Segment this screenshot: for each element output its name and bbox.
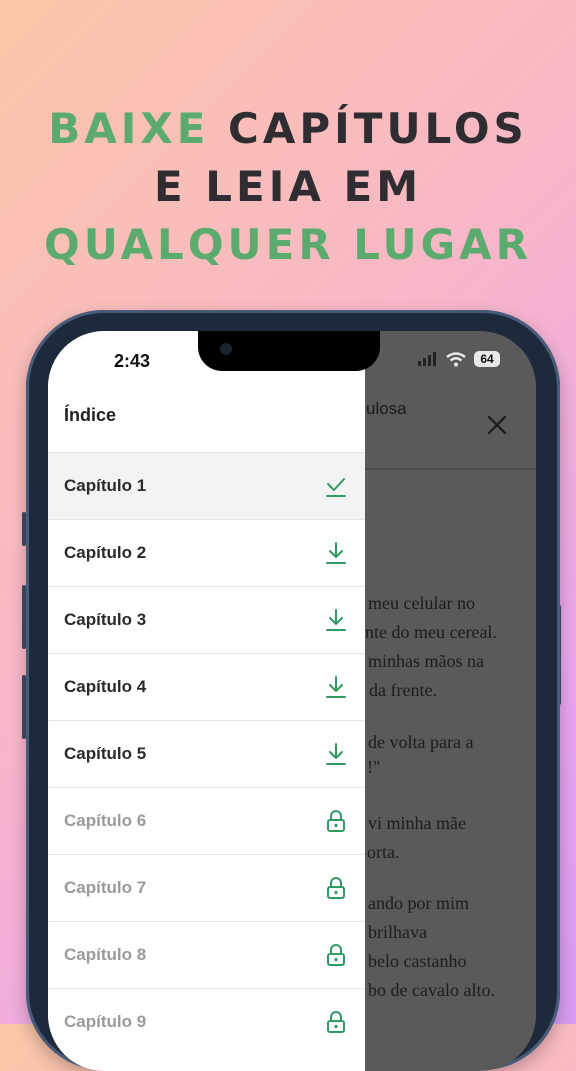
chapter-label: Capítulo 9 bbox=[64, 1012, 147, 1031]
download-icon[interactable] bbox=[325, 675, 347, 699]
chapter-label: Capítulo 8 bbox=[64, 945, 147, 964]
reader-line: !" bbox=[367, 757, 381, 777]
close-icon[interactable] bbox=[486, 414, 508, 436]
download-icon[interactable] bbox=[325, 541, 347, 565]
chapter-item-1[interactable]: Capítulo 1 bbox=[48, 452, 365, 519]
drawer-title: Índice bbox=[64, 405, 117, 425]
chapter-label: Capítulo 1 bbox=[64, 476, 147, 495]
headline-accent-baixe: BAIXE bbox=[48, 104, 210, 153]
wifi-icon bbox=[446, 351, 466, 366]
reader-line: belo castanho bbox=[368, 951, 467, 971]
promo-headline: BAIXE CAPÍTULOS E LEIA EM QUALQUER LUGAR bbox=[0, 100, 576, 274]
signal-icon bbox=[418, 352, 436, 366]
chapter-label: Capítulo 5 bbox=[64, 744, 147, 763]
reader-line: orta. bbox=[367, 842, 400, 862]
chapter-item-3[interactable]: Capítulo 3 bbox=[48, 586, 365, 653]
chapter-label: Capítulo 6 bbox=[64, 811, 147, 830]
reader-line: minhas mãos na bbox=[368, 651, 484, 671]
headline-accent-qualquer-lugar: QUALQUER LUGAR bbox=[44, 220, 532, 269]
front-camera bbox=[220, 343, 232, 355]
chapter-item-9[interactable]: Capítulo 9 bbox=[48, 988, 365, 1055]
lock-icon bbox=[327, 1011, 345, 1033]
status-bar-icons: 64 bbox=[418, 351, 500, 367]
chapter-item-8[interactable]: Capítulo 8 bbox=[48, 921, 365, 988]
status-time: 2:43 bbox=[114, 351, 151, 371]
chapter-item-6[interactable]: Capítulo 6 bbox=[48, 787, 365, 854]
reader-line: de volta para a bbox=[368, 732, 474, 752]
reader-line: ando por mim bbox=[368, 893, 469, 913]
chapter-label: Capítulo 3 bbox=[64, 610, 147, 629]
reader-book-title: ulosa bbox=[366, 399, 407, 418]
chapter-label: Capítulo 2 bbox=[64, 543, 147, 562]
chapter-list: Capítulo 1 Capítulo 2 Capítulo 3 Capítul… bbox=[48, 452, 365, 1055]
chapter-label: Capítulo 4 bbox=[64, 677, 147, 696]
download-icon[interactable] bbox=[325, 742, 347, 766]
reader-line: da frente. bbox=[369, 680, 437, 700]
check-icon bbox=[326, 478, 346, 497]
chapter-item-2[interactable]: Capítulo 2 bbox=[48, 519, 365, 586]
chapter-label: Capítulo 7 bbox=[64, 878, 147, 897]
phone-screen: 64 ulosa meu celular no nte do meu cerea… bbox=[48, 331, 536, 1071]
reader-line: nte do meu cereal. bbox=[365, 622, 497, 642]
download-icon[interactable] bbox=[325, 608, 347, 632]
chapter-index-drawer: 2:43 Índice Capítulo 1 Capítulo 2 Capítu… bbox=[48, 331, 365, 1071]
lock-icon bbox=[327, 810, 345, 832]
headline-capitulos: CAPÍTULOS bbox=[209, 104, 528, 153]
reader-line: bo de cavalo alto. bbox=[368, 980, 495, 1000]
reader-line: brilhava bbox=[368, 922, 427, 942]
lock-icon bbox=[327, 944, 345, 966]
lock-icon bbox=[327, 877, 345, 899]
chapter-item-5[interactable]: Capítulo 5 bbox=[48, 720, 365, 787]
chapter-item-7[interactable]: Capítulo 7 bbox=[48, 854, 365, 921]
headline-line-2: E LEIA EM bbox=[153, 162, 422, 211]
battery-indicator: 64 bbox=[474, 351, 500, 367]
chapter-item-4[interactable]: Capítulo 4 bbox=[48, 653, 365, 720]
reader-line: vi minha mãe bbox=[368, 813, 466, 833]
reader-line: meu celular no bbox=[368, 593, 475, 613]
